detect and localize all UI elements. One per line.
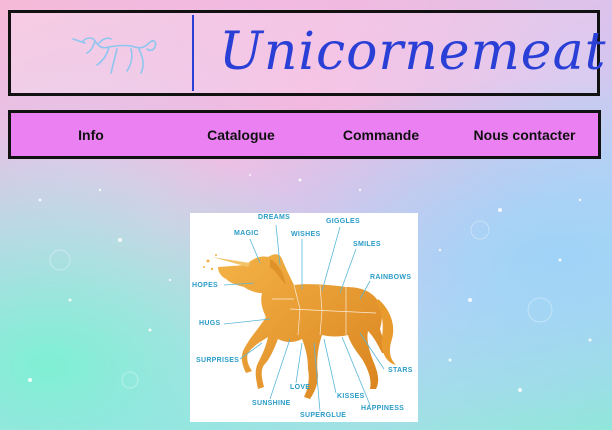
label-superglue: SUPERGLUE (300, 412, 347, 419)
label-magic: MAGIC (234, 230, 259, 237)
label-smiles: SMILES (353, 241, 381, 248)
label-stars: STARS (388, 367, 413, 374)
label-hugs: HUGS (199, 320, 221, 327)
label-kisses: KISSES (337, 393, 365, 400)
main-navigation: Info Catalogue Commande Nous contacter (8, 110, 601, 159)
nav-item-commande[interactable]: Commande (311, 127, 451, 143)
label-love: LOVE (290, 384, 311, 391)
nav-item-info[interactable]: Info (11, 127, 171, 143)
site-header-banner: Unicornemeat (8, 10, 605, 96)
unicorn-cuts-diagram: DREAMS GIGGLES MAGIC WISHES SMILES RAINB… (190, 213, 418, 422)
label-dreams: DREAMS (258, 214, 291, 221)
label-rainbows: RAINBOWS (370, 274, 412, 281)
label-happiness: HAPPINESS (361, 405, 405, 412)
logo-divider (192, 15, 194, 91)
nav-item-catalogue[interactable]: Catalogue (171, 127, 311, 143)
label-hopes: HOPES (192, 282, 219, 289)
label-giggles: GIGGLES (326, 218, 360, 225)
label-sunshine: SUNSHINE (252, 400, 291, 407)
nav-item-nous-contacter[interactable]: Nous contacter (451, 127, 598, 143)
label-wishes: WISHES (291, 231, 321, 238)
unicorn-icon (72, 37, 157, 74)
label-surprises: SURPRISES (196, 357, 240, 364)
site-title[interactable]: Unicornemeat (219, 19, 606, 85)
unicorn-silhouette (218, 254, 388, 399)
